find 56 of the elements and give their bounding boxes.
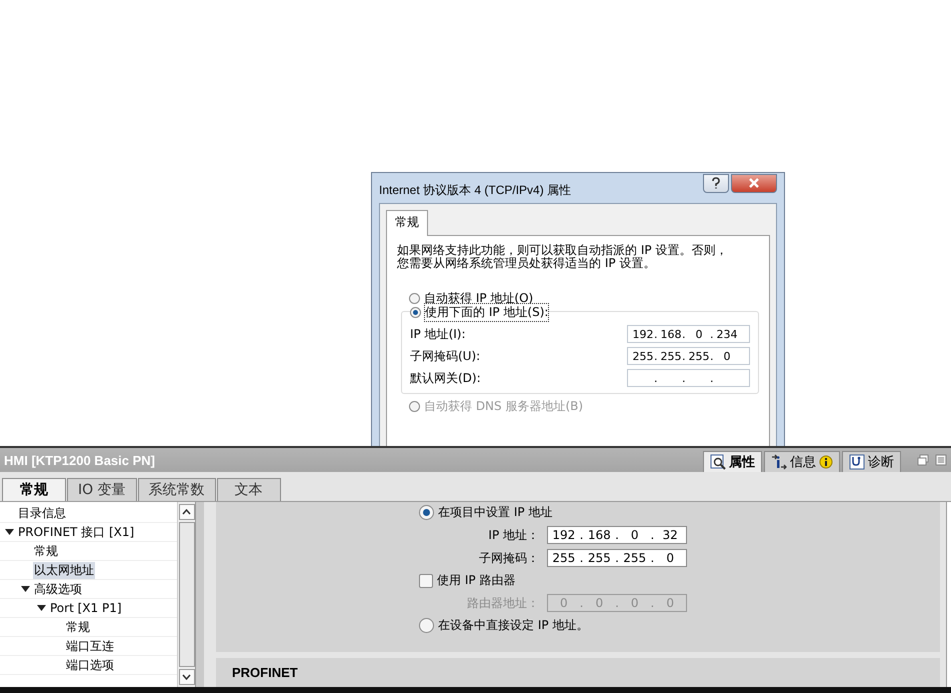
panel-title: HMI [KTP1200 Basic PN] — [3, 452, 156, 468]
tree-item[interactable]: 高级选项 — [33, 580, 83, 598]
tab[interactable]: 常规 — [2, 478, 66, 501]
menu-icon[interactable] — [935, 454, 947, 466]
tab[interactable]: 常规 — [386, 210, 428, 236]
window-title: Internet 协议版本 4 (TCP/IPv4) 属性 — [379, 182, 572, 198]
radio-button[interactable]: 使用下面的 IP 地址(S): — [410, 304, 548, 321]
tab[interactable]: IO 变量 — [67, 478, 137, 501]
tree-item[interactable]: 端口互连 — [65, 638, 115, 654]
scroll-thumb[interactable] — [178, 522, 194, 667]
ip-address-field[interactable]: . . . — [627, 369, 750, 387]
close-icon — [748, 178, 760, 188]
tree-item[interactable]: 常规 — [33, 542, 59, 560]
chevron-up-icon — [182, 509, 191, 515]
view-tab[interactable]: 属性 — [703, 451, 762, 472]
restore-icon[interactable] — [917, 454, 929, 466]
info-arrow-icon — [771, 454, 787, 470]
tree-item[interactable]: PROFINET 接口 [X1] — [17, 524, 136, 540]
tab[interactable]: 文本 — [216, 478, 281, 501]
field-label: 路由器地址： — [466, 594, 539, 612]
tree-item[interactable]: 目录信息 — [17, 504, 67, 522]
checkbox[interactable]: 使用 IP 路由器 — [419, 572, 940, 589]
help-icon — [711, 177, 721, 189]
help-button[interactable] — [703, 174, 729, 192]
ip-address-field[interactable]: 192 . 168 . 0 . 32 — [547, 526, 687, 544]
chevron-down-icon — [182, 674, 191, 680]
field-label: 子网掩码： — [478, 550, 539, 566]
ip-address-field[interactable]: 255. 255. 255. 0 — [627, 347, 750, 365]
close-button[interactable] — [731, 174, 777, 192]
ip-address-field[interactable]: 192. 168. 0 . 234 — [627, 325, 750, 343]
scroll-down-button[interactable] — [178, 669, 194, 685]
view-tab[interactable]: 信息 — [764, 451, 840, 472]
field-label: IP 地址(I): — [410, 326, 466, 342]
radio-button[interactable]: 在项目中设置 IP 地址 — [419, 504, 940, 521]
tree-item[interactable]: 常规 — [65, 618, 91, 636]
scrollbar[interactable] — [177, 502, 195, 687]
view-tab[interactable]: 诊断 — [842, 451, 901, 472]
field-label: 子网掩码(U): — [410, 348, 480, 364]
tree-item[interactable]: 端口选项 — [65, 656, 115, 674]
tree-item[interactable]: 以太网地址 — [33, 562, 95, 578]
section-title: PROFINET — [232, 665, 298, 680]
expanded-arrow-icon[interactable] — [5, 529, 14, 535]
tab[interactable]: 系统常数 — [138, 478, 216, 501]
tree-item[interactable]: Port [X1 P1] — [49, 601, 123, 615]
info-icon — [819, 455, 833, 469]
magnifier-icon — [710, 454, 726, 470]
description-text: 如果网络支持此功能，则可以获取自动指派的 IP 设置。否则，您需要从网络系统管理员处获得适当的 IP 设置。 — [397, 244, 728, 270]
radio-button[interactable]: 在设备中直接设定 IP 地址。 — [419, 617, 940, 634]
field-label: IP 地址： — [487, 526, 539, 544]
field-label: 默认网关(D): — [410, 370, 481, 386]
expanded-arrow-icon[interactable] — [21, 586, 30, 592]
stethoscope-icon — [849, 454, 865, 470]
expanded-arrow-icon[interactable] — [37, 605, 46, 611]
scrollbar[interactable] — [946, 502, 951, 687]
ip-address-field[interactable]: 255 . 255 . 255 . 0 — [547, 549, 687, 567]
scroll-up-button[interactable] — [178, 504, 194, 520]
